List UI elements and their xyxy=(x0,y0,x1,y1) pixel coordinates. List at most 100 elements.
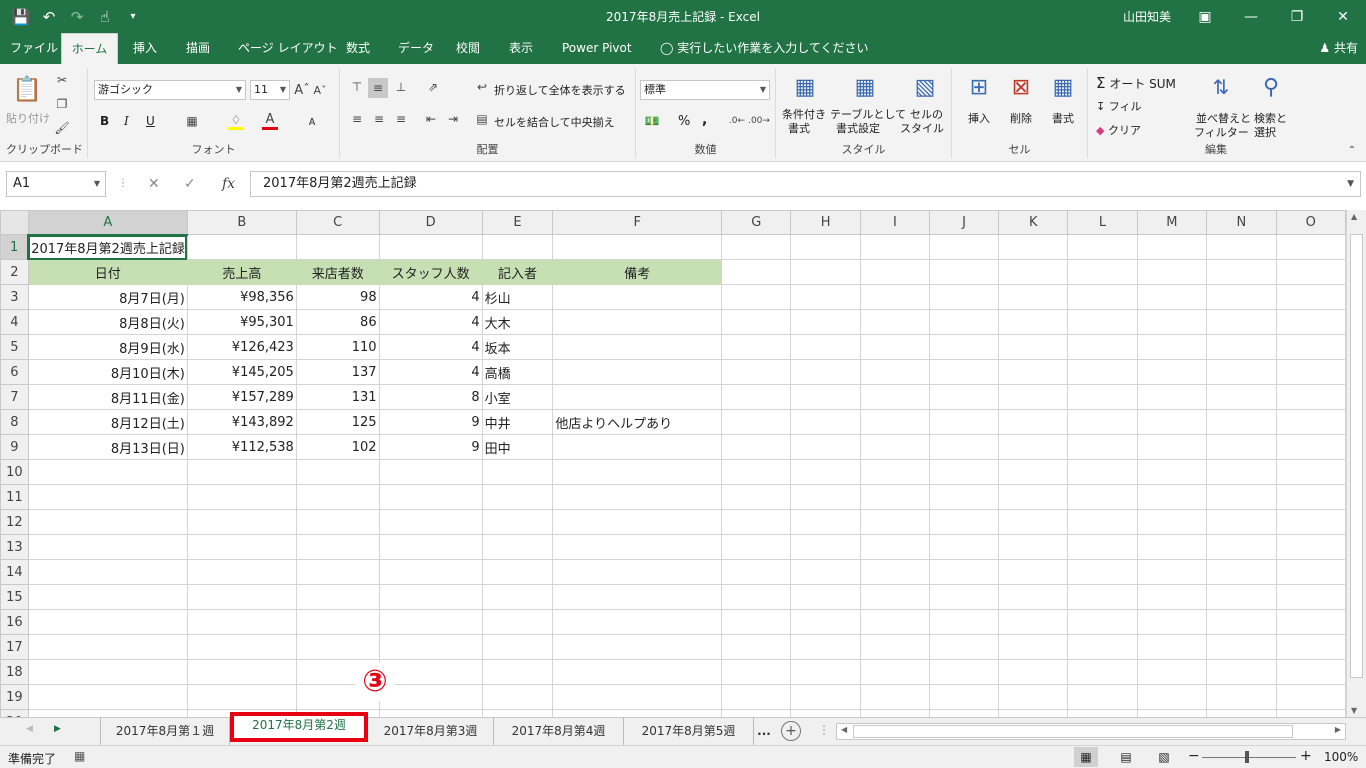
cell[interactable] xyxy=(27,559,188,585)
cell[interactable] xyxy=(859,334,930,360)
data-cell[interactable]: 137 xyxy=(295,359,380,385)
cell[interactable] xyxy=(1206,484,1277,510)
cell[interactable] xyxy=(1136,484,1208,510)
row-header[interactable]: 9 xyxy=(0,434,29,460)
magnifier-icon[interactable]: ⚲ xyxy=(1256,72,1286,102)
cell[interactable] xyxy=(859,459,930,485)
row-header[interactable]: 1 xyxy=(0,234,30,260)
cell[interactable] xyxy=(721,634,792,660)
data-cell[interactable]: 86 xyxy=(295,309,380,335)
cell[interactable] xyxy=(859,659,930,685)
tab-power-pivot[interactable]: Power Pivot xyxy=(562,33,632,64)
data-cell[interactable]: 8月11日(金) xyxy=(27,384,188,410)
cell[interactable] xyxy=(1136,634,1208,660)
cell[interactable] xyxy=(1067,234,1138,260)
number-format-combo[interactable]: 標準 ▼ xyxy=(640,80,770,100)
cell[interactable] xyxy=(859,484,930,510)
sheet-tab-week3[interactable]: 2017年8月第3週 xyxy=(368,718,494,745)
cell[interactable] xyxy=(998,484,1069,510)
cell[interactable] xyxy=(928,309,1000,335)
cell[interactable] xyxy=(378,584,483,610)
tab-data[interactable]: データ xyxy=(398,33,434,64)
cell[interactable] xyxy=(1067,484,1138,510)
sheet-tab-week2[interactable]: 2017年8月第2週 xyxy=(230,712,368,742)
cell[interactable] xyxy=(1136,609,1208,635)
cell[interactable] xyxy=(1067,309,1138,335)
cell[interactable] xyxy=(721,459,792,485)
data-cell[interactable] xyxy=(552,384,723,410)
cell[interactable] xyxy=(790,434,861,460)
align-middle-icon[interactable]: ≡ xyxy=(368,78,388,98)
data-cell[interactable]: 98 xyxy=(295,284,380,310)
data-cell[interactable]: ¥95,301 xyxy=(186,309,297,335)
data-cell[interactable]: 110 xyxy=(295,334,380,360)
cell[interactable] xyxy=(721,434,792,460)
cell[interactable] xyxy=(1067,259,1138,285)
cell[interactable] xyxy=(859,284,930,310)
cell[interactable] xyxy=(295,509,380,535)
cell[interactable] xyxy=(481,634,554,660)
row-header[interactable]: 11 xyxy=(0,484,29,510)
cell[interactable] xyxy=(721,284,792,310)
prev-sheet-icon[interactable]: ◀ xyxy=(26,724,33,734)
cell[interactable] xyxy=(998,609,1069,635)
cell-styles-icon[interactable]: ▧ xyxy=(910,72,940,102)
cell[interactable] xyxy=(1275,359,1346,385)
collapse-ribbon-icon[interactable]: ⌃ xyxy=(1346,144,1358,156)
row-header[interactable]: 16 xyxy=(0,609,29,635)
cell[interactable] xyxy=(481,234,554,260)
column-header[interactable]: F xyxy=(552,210,723,235)
insert-cells-label[interactable]: 挿入 xyxy=(968,110,990,126)
cell[interactable] xyxy=(1136,309,1208,335)
next-sheet-icon[interactable]: ▶ xyxy=(54,724,61,734)
row-header[interactable]: 12 xyxy=(0,509,29,535)
data-cell[interactable]: 8 xyxy=(378,384,483,410)
wrap-text-icon[interactable]: ↩ xyxy=(474,78,490,96)
cell[interactable] xyxy=(1067,709,1138,717)
cell[interactable] xyxy=(721,509,792,535)
decrease-indent-icon[interactable]: ⇤ xyxy=(422,110,440,128)
cell[interactable] xyxy=(790,709,861,717)
data-cell[interactable]: ¥143,892 xyxy=(186,409,297,435)
underline-button[interactable]: U xyxy=(146,114,155,128)
cell[interactable] xyxy=(378,534,483,560)
data-cell[interactable]: 杉山 xyxy=(481,284,554,310)
cell[interactable] xyxy=(1275,559,1346,585)
chevron-down-icon[interactable]: ▼ xyxy=(94,172,100,196)
cell[interactable] xyxy=(1136,584,1208,610)
find-select-label-2[interactable]: 選択 xyxy=(1254,124,1276,140)
minimize-icon[interactable]: — xyxy=(1228,0,1274,33)
row-header[interactable]: 5 xyxy=(0,334,29,360)
cell[interactable] xyxy=(1275,434,1346,460)
cell[interactable] xyxy=(481,509,554,535)
cell[interactable] xyxy=(186,459,297,485)
column-header[interactable]: N xyxy=(1206,210,1277,235)
italic-button[interactable]: I xyxy=(124,114,129,128)
cell[interactable] xyxy=(928,334,1000,360)
cell[interactable] xyxy=(1067,609,1138,635)
cell[interactable] xyxy=(481,459,554,485)
cell[interactable] xyxy=(481,609,554,635)
cell[interactable] xyxy=(790,409,861,435)
paste-label[interactable]: 貼り付け xyxy=(6,110,50,126)
scroll-up-icon[interactable]: ▲ xyxy=(1351,212,1357,221)
cell[interactable] xyxy=(790,359,861,385)
currency-icon[interactable]: 💵 xyxy=(640,112,664,130)
row-header[interactable]: 18 xyxy=(0,659,29,685)
vertical-scrollbar[interactable]: ▲ ▼ xyxy=(1346,210,1366,717)
cell[interactable] xyxy=(790,609,861,635)
orientation-icon[interactable]: ⇗ xyxy=(422,78,444,96)
cell[interactable] xyxy=(998,584,1069,610)
cell[interactable] xyxy=(721,684,792,710)
cell[interactable] xyxy=(859,434,930,460)
autosum-button[interactable]: Σ オート SUM xyxy=(1096,74,1176,92)
cell[interactable] xyxy=(27,684,188,710)
cell[interactable] xyxy=(1067,334,1138,360)
row-header[interactable]: 7 xyxy=(0,384,29,410)
horizontal-scroll-thumb[interactable] xyxy=(853,725,1293,738)
cell[interactable] xyxy=(481,559,554,585)
cell[interactable] xyxy=(1067,384,1138,410)
cell[interactable] xyxy=(481,709,554,717)
maximize-icon[interactable]: ❐ xyxy=(1274,0,1320,33)
cell[interactable] xyxy=(1067,584,1138,610)
